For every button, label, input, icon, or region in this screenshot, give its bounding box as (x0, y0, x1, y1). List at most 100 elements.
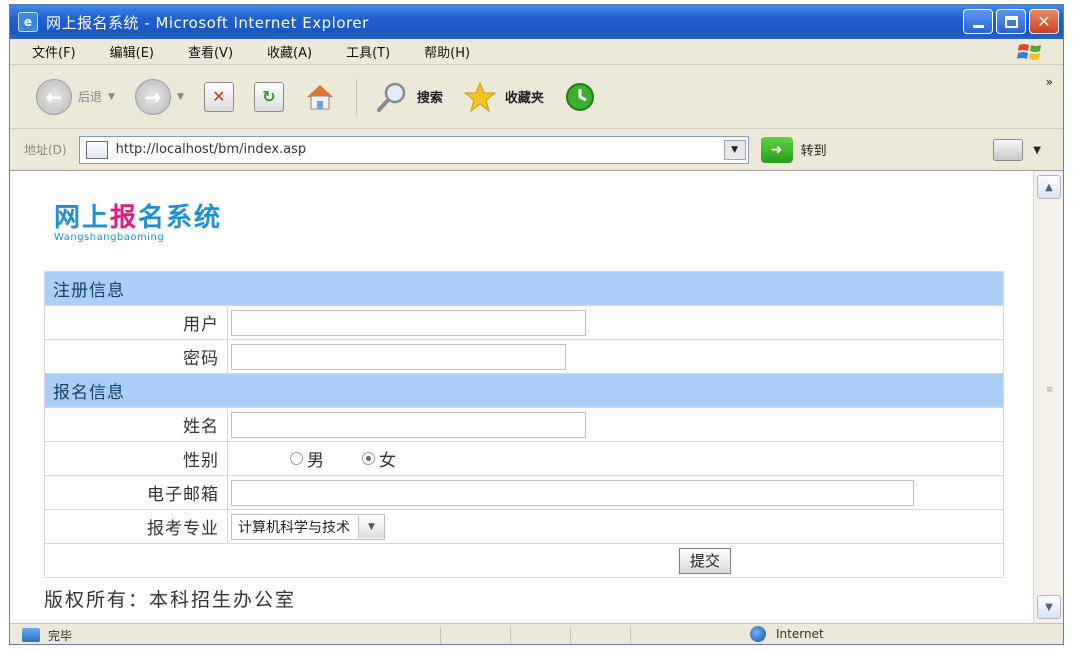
form-cell (227, 407, 1004, 442)
section-title: 注册信息 (44, 271, 1004, 306)
back-button[interactable]: ← 后退 ▼ (36, 78, 115, 115)
favorites-button[interactable]: 收藏夹 (463, 81, 544, 113)
star-icon (463, 81, 497, 112)
form-cell: 计算机科学与技术 ▼ (227, 509, 1004, 544)
minimize-button[interactable] (963, 9, 993, 34)
user-input[interactable] (231, 309, 586, 336)
window-title: 网上报名系统 - Microsoft Internet Explorer (46, 13, 369, 32)
logo-title: 网上报名系统 (54, 197, 222, 234)
browser-window: e 网上报名系统 - Microsoft Internet Explorer ✕… (9, 4, 1064, 645)
copyright-footer: 版权所有：本科招生办公室 (44, 589, 297, 611)
form-row-name: 姓名 (44, 407, 1004, 442)
toolbar-overflow-icon[interactable]: » (1046, 75, 1053, 89)
menu-help[interactable]: 帮助(H) (424, 42, 470, 61)
submit-button[interactable]: 提交 (679, 547, 732, 574)
go-label: 转到 (800, 144, 827, 159)
close-button[interactable]: ✕ (1029, 9, 1059, 34)
name-label: 姓名 (44, 407, 228, 442)
address-input[interactable]: http://localhost/bm/index.asp ▼ (78, 135, 749, 164)
maximize-icon (1004, 15, 1018, 28)
address-bar: 地址(D) http://localhost/bm/index.asp ▼ ➜ … (10, 129, 1063, 171)
address-dropdown-button[interactable]: ▼ (723, 139, 746, 160)
history-button[interactable] (564, 81, 596, 113)
toolbar-separator (355, 78, 357, 115)
refresh-icon: ↻ (253, 81, 284, 112)
menu-favorites[interactable]: 收藏(A) (267, 42, 312, 61)
toolbar-extension[interactable]: ▼ (993, 139, 1041, 161)
gender-male-radio[interactable] (290, 452, 303, 465)
scroll-down-button[interactable]: ▼ (1037, 595, 1061, 619)
gender-female-radio[interactable] (362, 452, 375, 465)
stop-button[interactable]: ✕ (203, 81, 234, 112)
go-arrow-icon: ➜ (760, 136, 793, 163)
forward-button[interactable]: → ▼ (134, 78, 184, 115)
gender-male-label: 男 (307, 451, 324, 471)
major-selected-value: 计算机科学与技术 (238, 519, 350, 536)
close-icon: ✕ (1037, 11, 1051, 31)
chevron-up-icon: ▲ (1045, 181, 1053, 193)
windows-logo-icon (1017, 44, 1041, 60)
menu-view[interactable]: 查看(V) (188, 42, 233, 61)
page-done-icon (22, 628, 40, 642)
extension-icon (993, 139, 1024, 161)
status-separator (570, 627, 571, 644)
email-label: 电子邮箱 (44, 475, 228, 510)
name-input[interactable] (231, 411, 586, 438)
vertical-scrollbar[interactable]: ▲ ≡ ▼ (1033, 171, 1063, 623)
menu-file[interactable]: 文件(F) (32, 42, 76, 61)
home-icon (306, 84, 333, 109)
gender-radio-group: 男 女 (228, 446, 1003, 471)
window-controls: ✕ (963, 9, 1059, 34)
menu-bar: 文件(F) 编辑(E) 查看(V) 收藏(A) 工具(T) 帮助(H) (10, 39, 1063, 65)
email-input[interactable] (231, 479, 914, 506)
go-button[interactable]: ➜ 转到 (760, 136, 827, 163)
logo-part-3: 名系统 (138, 203, 223, 233)
security-zone: Internet (750, 626, 824, 642)
gender-female-label: 女 (379, 451, 396, 471)
form-row-major: 报考专业 计算机科学与技术 ▼ (44, 509, 1004, 544)
form-cell (227, 305, 1004, 340)
scroll-up-button[interactable]: ▲ (1037, 175, 1061, 199)
maximize-button[interactable] (996, 9, 1026, 34)
major-label: 报考专业 (44, 509, 228, 544)
section-title: 报名信息 (44, 373, 1004, 408)
status-separator (510, 627, 511, 644)
scroll-grip-icon: ≡ (1046, 385, 1054, 395)
chevron-down-icon: ▼ (1033, 144, 1041, 156)
status-separator (630, 627, 631, 644)
chevron-down-icon: ▼ (108, 91, 115, 102)
home-button[interactable] (304, 82, 336, 112)
section-header-registration: 注册信息 (44, 271, 1004, 306)
form-cell (227, 475, 1004, 510)
menu-edit[interactable]: 编辑(E) (110, 42, 154, 61)
stop-icon: ✕ (203, 81, 234, 112)
address-url: http://localhost/bm/index.asp (115, 142, 307, 157)
chevron-down-icon: ▼ (1045, 601, 1053, 613)
form-cell: 提交 (44, 543, 1004, 578)
refresh-button[interactable]: ↻ (253, 81, 284, 112)
menu-tools[interactable]: 工具(T) (346, 42, 390, 61)
ie-icon: e (18, 12, 38, 32)
user-label: 用户 (44, 305, 228, 340)
search-icon (376, 82, 406, 112)
search-button[interactable]: 搜索 (375, 81, 443, 113)
logo-part-1: 网上 (54, 203, 111, 233)
form-row-gender: 性别 男 女 (44, 441, 1004, 476)
page-content: 网上报名系统 Wangshangbaoming 注册信息 用户 密码 报名信息 … (10, 171, 1035, 623)
password-input[interactable] (231, 343, 566, 370)
form-row-email: 电子邮箱 (44, 475, 1004, 510)
password-label: 密码 (44, 339, 228, 374)
major-select[interactable]: 计算机科学与技术 ▼ (231, 513, 385, 540)
toolbar: ← 后退 ▼ → ▼ ✕ ↻ 搜索 收藏夹 » (10, 65, 1063, 129)
globe-icon (750, 626, 766, 642)
status-separator (440, 627, 441, 644)
status-bar: 完毕 Internet (10, 623, 1063, 644)
chevron-down-icon: ▼ (358, 515, 384, 538)
forward-arrow-icon: → (134, 78, 171, 115)
form-row-user: 用户 (44, 305, 1004, 340)
site-logo: 网上报名系统 Wangshangbaoming (54, 197, 222, 243)
chevron-down-icon: ▼ (731, 144, 739, 155)
registration-form: 注册信息 用户 密码 报名信息 姓名 性别 男 女 电子邮箱 报考专业 计算机科… (44, 271, 1004, 578)
title-bar[interactable]: e 网上报名系统 - Microsoft Internet Explorer ✕ (10, 5, 1063, 39)
zone-label: Internet (776, 627, 824, 641)
